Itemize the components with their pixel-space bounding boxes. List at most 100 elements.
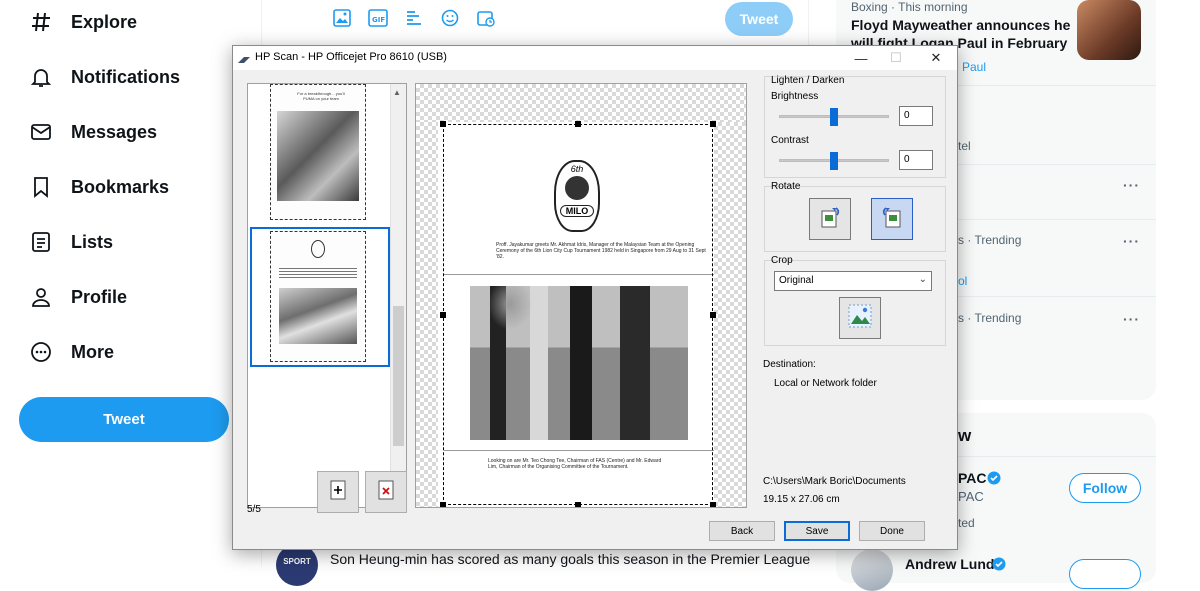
image-icon[interactable]: [330, 8, 354, 28]
crop-image-icon: [846, 302, 874, 335]
crop-handle[interactable]: [575, 502, 581, 507]
hp-app-icon: [237, 52, 251, 70]
list-icon: [28, 229, 54, 255]
nav-item-explore[interactable]: Explore: [28, 2, 137, 42]
crop-button[interactable]: [839, 297, 881, 339]
nav-label: Messages: [71, 121, 158, 142]
rotate-group: [764, 186, 946, 252]
trend-fragment: tel: [958, 139, 971, 153]
scrollbar-thumb[interactable]: [393, 306, 404, 446]
done-button[interactable]: Done: [859, 521, 925, 541]
tweet-text[interactable]: Son Heung-min has scored as many goals t…: [330, 551, 810, 567]
follow-button[interactable]: Follow: [1069, 473, 1141, 503]
avatar[interactable]: [851, 549, 893, 591]
add-page-icon: [330, 480, 346, 505]
trend-category: Boxing · This morning: [851, 0, 968, 14]
hashtag-icon: [28, 9, 54, 35]
minimize-icon[interactable]: —: [846, 48, 876, 68]
destination-value[interactable]: Local or Network folder: [774, 378, 877, 389]
composer-tweet-button[interactable]: Tweet: [725, 2, 793, 36]
chevron-down-icon: ⌄: [918, 274, 927, 285]
thumbnail-caption: For a breakthrough... you'll PUMA on you…: [297, 91, 345, 101]
save-path: C:\Users\Mark Boric\Documents: [763, 476, 906, 487]
svg-text:GIF: GIF: [372, 16, 385, 24]
account-sub: ted: [958, 516, 975, 530]
account-handle: PAC: [958, 489, 984, 504]
trend-fragment: ol: [958, 274, 968, 288]
contrast-input[interactable]: 0: [899, 150, 933, 170]
envelope-icon: [28, 119, 54, 145]
gif-icon[interactable]: GIF: [366, 8, 390, 28]
rotate-left-button[interactable]: [809, 198, 851, 240]
save-button[interactable]: Save: [784, 521, 850, 541]
dialog-title: HP Scan - HP Officejet Pro 8610 (USB): [255, 51, 447, 63]
close-icon[interactable]: ✕: [921, 48, 951, 68]
account-name[interactable]: Andrew Lund: [905, 556, 994, 572]
nav-item-profile[interactable]: Profile: [28, 277, 127, 317]
crop-handle[interactable]: [440, 121, 446, 127]
hp-scan-dialog: HP Scan - HP Officejet Pro 8610 (USB) — …: [232, 45, 958, 550]
schedule-icon[interactable]: [474, 8, 498, 28]
tweet-button[interactable]: Tweet: [19, 397, 229, 442]
maximize-icon[interactable]: ☐: [881, 48, 911, 68]
thumbnail-logo: [311, 240, 325, 258]
page-thumbnails[interactable]: For a breakthrough... you'll PUMA on you…: [247, 83, 407, 508]
page-counter: 5/5: [247, 504, 261, 515]
transparent-area-right: [714, 122, 746, 507]
emoji-icon[interactable]: [438, 8, 462, 28]
nav-label: Bookmarks: [71, 176, 170, 197]
person-icon: [28, 284, 54, 310]
nav-item-messages[interactable]: Messages: [28, 112, 157, 152]
nav-item-lists[interactable]: Lists: [28, 222, 113, 262]
nav-item-more[interactable]: More: [28, 332, 114, 372]
scroll-up-icon[interactable]: ▲: [393, 88, 401, 97]
crop-select-value: Original: [779, 275, 814, 286]
trend-tail: Paul: [962, 60, 987, 74]
nav-item-bookmarks[interactable]: Bookmarks: [28, 167, 169, 207]
crop-handle[interactable]: [710, 312, 716, 318]
more-icon[interactable]: ···: [1123, 311, 1140, 327]
crop-label: Crop: [771, 255, 793, 266]
avatar[interactable]: SPORT: [276, 544, 318, 586]
contrast-label: Contrast: [771, 135, 809, 146]
delete-page-button[interactable]: [365, 471, 407, 513]
crop-frame[interactable]: [443, 124, 713, 505]
nav-item-notifications[interactable]: Notifications: [28, 57, 180, 97]
trend-headline[interactable]: Floyd Mayweather announces he: [851, 17, 1070, 33]
rotate-left-icon: [818, 205, 842, 234]
trend-thumbnail[interactable]: [1077, 0, 1141, 60]
destination-label: Destination:: [763, 359, 816, 370]
dialog-titlebar[interactable]: HP Scan - HP Officejet Pro 8610 (USB) — …: [233, 46, 957, 70]
rotate-right-icon: [880, 205, 904, 234]
thumbnail-photo: [279, 288, 357, 344]
page-thumbnail-selected[interactable]: [270, 231, 366, 362]
poll-icon[interactable]: [402, 8, 426, 28]
verified-icon: [987, 471, 1001, 490]
crop-handle[interactable]: [710, 502, 716, 507]
crop-handle[interactable]: [710, 121, 716, 127]
thumbnails-scrollbar[interactable]: ▲ ▼: [390, 84, 406, 507]
thumbnail-text-lines: [279, 268, 357, 278]
more-icon[interactable]: ···: [1123, 177, 1140, 193]
contrast-slider-thumb[interactable]: [830, 152, 838, 170]
transparent-area-left: [416, 122, 438, 507]
scan-preview[interactable]: 6th MILO Proff. Jayakumar greets Mr. Akh…: [415, 83, 747, 508]
crop-select[interactable]: Original ⌄: [774, 271, 932, 291]
more-icon[interactable]: ···: [1123, 233, 1140, 249]
crop-handle[interactable]: [575, 121, 581, 127]
rotate-right-button[interactable]: [871, 198, 913, 240]
brightness-slider-thumb[interactable]: [830, 108, 838, 126]
add-page-button[interactable]: [317, 471, 359, 513]
crop-handle[interactable]: [440, 312, 446, 318]
scan-size: 19.15 x 27.06 cm: [763, 494, 840, 505]
more-circle-icon: [28, 339, 54, 365]
account-name[interactable]: PAC: [958, 470, 987, 486]
avatar-label: SPORT: [283, 557, 311, 566]
trend-category: s · Trending: [958, 311, 1022, 325]
lighten-darken-label: Lighten / Darken: [771, 75, 845, 86]
brightness-input[interactable]: 0: [899, 106, 933, 126]
crop-handle[interactable]: [440, 502, 446, 507]
follow-button[interactable]: [1069, 559, 1141, 589]
back-button[interactable]: Back: [709, 521, 775, 541]
page-thumbnail[interactable]: For a breakthrough... you'll PUMA on you…: [270, 84, 366, 220]
